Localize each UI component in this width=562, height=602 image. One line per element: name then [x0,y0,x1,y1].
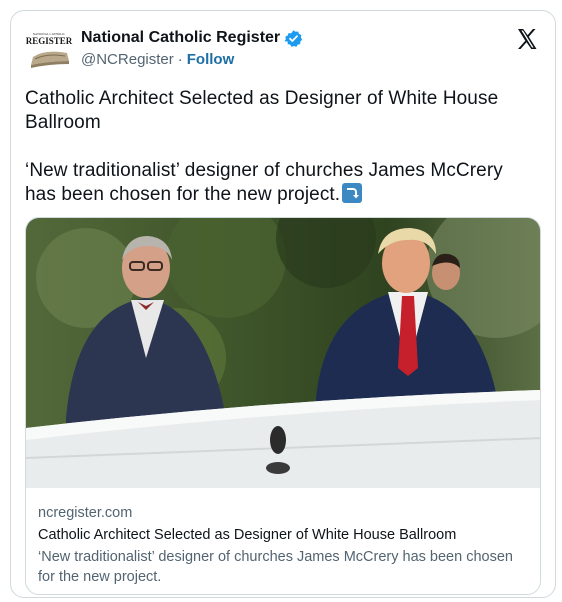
right-arrow-curving-down-emoji [342,183,363,203]
tweet-text: Catholic Architect Selected as Designer … [25,87,535,207]
link-preview-card[interactable]: ncregister.com Catholic Architect Select… [25,217,541,595]
tweet-text-line2: ‘New traditionalist’ designer of churche… [25,160,503,205]
handle[interactable]: @NCRegister [81,51,174,68]
link-domain: ncregister.com [38,505,133,521]
avatar[interactable]: NATIONAL CATHOLIC REGISTER [25,27,73,73]
tweet-card[interactable]: NATIONAL CATHOLIC REGISTER National Cath… [10,10,556,598]
avatar-text: REGISTER [26,36,73,46]
link-description: ‘New traditionalist’ designer of churche… [38,549,513,585]
link-title[interactable]: Catholic Architect Selected as Designer … [38,525,528,545]
article-photo[interactable] [26,218,540,488]
account-names: National Catholic Register @NCRegister ·… [81,27,303,68]
link-meta: ncregister.com Catholic Architect Select… [38,503,528,587]
display-name[interactable]: National Catholic Register [81,29,280,47]
verified-badge-icon [284,29,303,48]
tweet-header: NATIONAL CATHOLIC REGISTER National Cath… [25,25,541,85]
separator-dot: · [177,51,183,68]
tweet-text-line1: Catholic Architect Selected as Designer … [25,88,499,133]
x-logo-icon[interactable] [515,27,539,51]
follow-button[interactable]: Follow [187,51,235,68]
